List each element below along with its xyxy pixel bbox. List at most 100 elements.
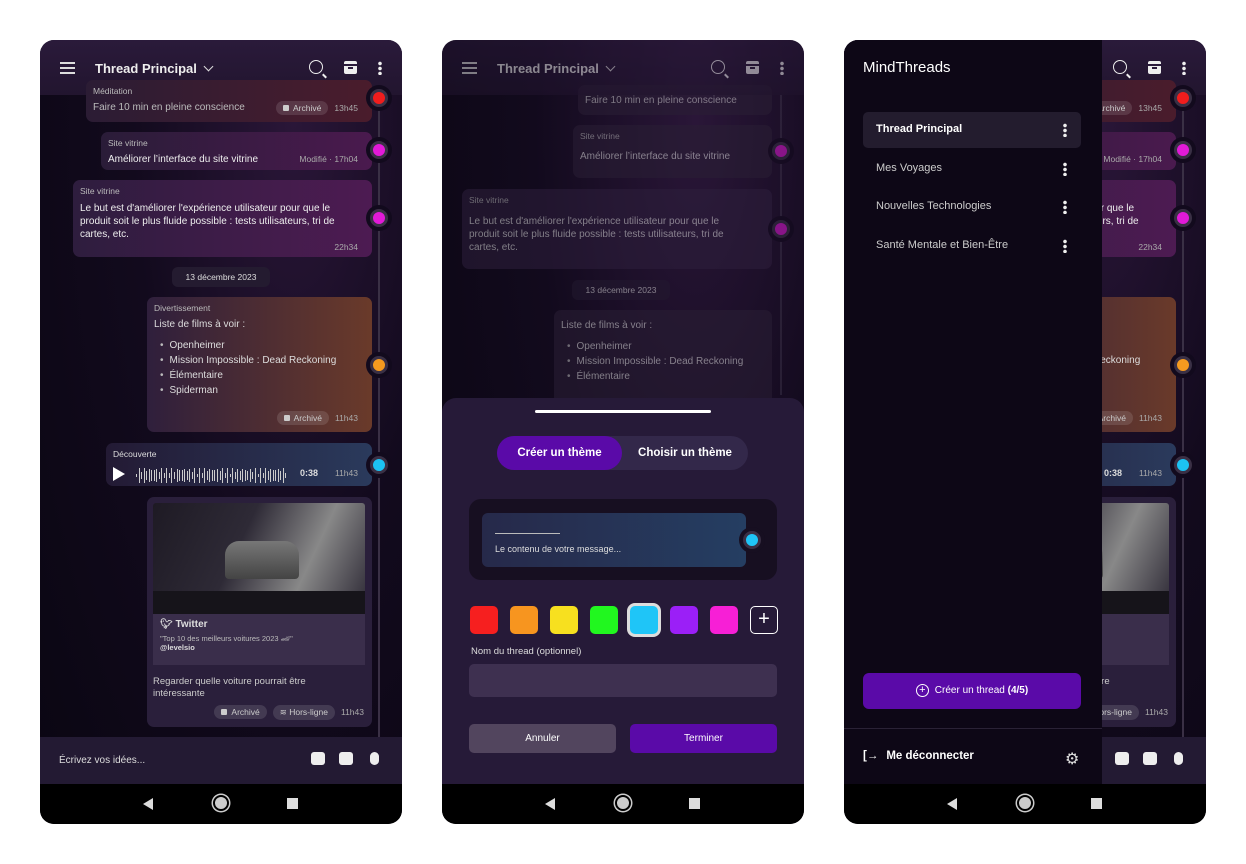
waveform-bar: [148, 469, 150, 482]
message-card[interactable]: Méditation Faire 10 min en pleine consci…: [86, 80, 372, 122]
microphone-icon[interactable]: [370, 752, 379, 765]
waveform-bar: [242, 469, 244, 482]
more-icon[interactable]: [1182, 61, 1186, 75]
recents-icon[interactable]: [689, 798, 700, 809]
waveform-bar: [171, 468, 173, 483]
link-preview[interactable]: 🐦︎ Twitter "Top 10 des meilleurs voiture…: [153, 614, 365, 665]
archived-badge: Archivé: [276, 101, 329, 115]
timeline-dot: [1174, 141, 1192, 159]
archive-icon[interactable]: [746, 61, 759, 74]
microphone-icon[interactable]: [1174, 752, 1183, 765]
home-icon[interactable]: [213, 795, 229, 811]
top-bar: Thread Principal: [442, 40, 804, 95]
thread-options-icon[interactable]: [1063, 200, 1067, 214]
message-card[interactable]: Site vitrine Le but est d'améliorer l'ex…: [73, 180, 372, 257]
message-card[interactable]: Divertissement Liste de films à voir : O…: [147, 297, 372, 432]
waveform-bar: [173, 471, 175, 480]
drawer-thread-item[interactable]: Santé Mentale et Bien-Être: [863, 228, 1081, 264]
recents-icon[interactable]: [1091, 798, 1102, 809]
waveform-bar: [146, 471, 148, 480]
film-list: OpenheimerMission Impossible : Dead Reck…: [154, 340, 365, 396]
waveform-bar: [285, 472, 287, 479]
color-swatch[interactable]: [590, 606, 618, 634]
tab-choose-theme[interactable]: Choisir un thème: [622, 436, 748, 470]
color-swatch[interactable]: [670, 606, 698, 634]
image-icon[interactable]: [339, 752, 353, 765]
timeline-dot: [370, 89, 388, 107]
back-icon[interactable]: [143, 798, 153, 810]
timeline-dot: [1174, 456, 1192, 474]
timeline-line: [378, 95, 380, 785]
waveform-bar: [153, 470, 155, 481]
more-icon[interactable]: [378, 61, 382, 75]
thread-options-icon[interactable]: [1063, 161, 1067, 176]
waveform-bar: [282, 468, 284, 483]
color-swatches: +: [470, 606, 778, 634]
thread-options-icon[interactable]: [1063, 238, 1067, 253]
waveform-bar: [232, 468, 234, 483]
waveform-bar: [163, 473, 165, 478]
home-icon[interactable]: [1017, 795, 1033, 811]
recents-icon[interactable]: [287, 798, 298, 809]
color-swatch[interactable]: [550, 606, 578, 634]
color-swatch[interactable]: [630, 606, 658, 634]
camera-icon[interactable]: [1115, 752, 1129, 765]
audio-waveform[interactable]: [136, 468, 287, 483]
color-swatch[interactable]: [510, 606, 538, 634]
play-icon[interactable]: [113, 467, 125, 481]
thread-options-icon[interactable]: [1063, 123, 1067, 137]
add-color-button[interactable]: +: [750, 606, 778, 634]
thread-selector[interactable]: Thread Principal: [497, 61, 616, 76]
finish-button[interactable]: Terminer: [630, 724, 777, 753]
waveform-bar: [209, 469, 211, 482]
more-icon[interactable]: [780, 61, 784, 75]
back-icon[interactable]: [947, 798, 957, 810]
image-icon[interactable]: [1143, 752, 1157, 765]
waveform-bar: [252, 472, 254, 479]
app-name: MindThreads: [863, 59, 951, 76]
waveform-bar: [224, 472, 226, 479]
waveform-bar: [168, 473, 170, 478]
waveform-bar: [143, 468, 145, 483]
search-icon[interactable]: [1113, 60, 1127, 74]
message-card[interactable]: Site vitrine Améliorer l’interface du si…: [101, 132, 372, 170]
offline-icon: ≋: [279, 707, 290, 717]
thread-selector[interactable]: Thread Principal: [95, 61, 214, 76]
cancel-button[interactable]: Annuler: [469, 724, 616, 753]
twitter-icon: 🐦︎: [160, 619, 173, 630]
waveform-bar: [181, 469, 183, 482]
drawer-thread-item[interactable]: Nouvelles Technologies: [863, 189, 1081, 225]
logout-button[interactable]: [→ Me déconnecter: [863, 750, 974, 762]
theme-bottom-sheet: Créer un thème Choisir un thème Le conte…: [442, 398, 804, 784]
android-nav-bar: [442, 784, 804, 824]
drawer-thread-item[interactable]: Mes Voyages: [863, 151, 1081, 187]
color-swatch[interactable]: [470, 606, 498, 634]
waveform-bar: [189, 468, 191, 483]
search-icon[interactable]: [711, 60, 725, 74]
settings-icon[interactable]: ⚙: [1065, 749, 1079, 769]
drawer-thread-item[interactable]: Thread Principal: [863, 112, 1081, 148]
home-icon[interactable]: [615, 795, 631, 811]
waveform-bar: [141, 472, 142, 479]
color-swatch[interactable]: [710, 606, 738, 634]
audio-message[interactable]: Découverte 0:38 11h43: [106, 443, 372, 486]
car-image[interactable]: [153, 503, 365, 614]
drag-handle[interactable]: [535, 410, 711, 413]
archive-icon[interactable]: [344, 61, 357, 74]
menu-icon[interactable]: [462, 62, 477, 74]
message-card[interactable]: 🐦︎ Twitter "Top 10 des meilleurs voiture…: [147, 497, 372, 727]
preview-dot: [743, 531, 761, 549]
waveform-bar: [217, 468, 218, 483]
search-icon[interactable]: [309, 60, 323, 74]
thread-name-input[interactable]: [469, 664, 777, 697]
camera-icon[interactable]: [311, 752, 325, 765]
message-card: Liste de films à voir :OpenheimerMission…: [554, 310, 772, 410]
waveform-bar: [237, 468, 239, 483]
composer-input[interactable]: Écrivez vos idées...: [59, 755, 145, 766]
timeline-dot: [1174, 89, 1192, 107]
menu-icon[interactable]: [60, 62, 75, 74]
tab-create-theme[interactable]: Créer un thème: [497, 436, 622, 470]
create-thread-button[interactable]: + Créer un thread (4/5): [863, 673, 1081, 709]
archive-icon[interactable]: [1148, 61, 1161, 74]
back-icon[interactable]: [545, 798, 555, 810]
